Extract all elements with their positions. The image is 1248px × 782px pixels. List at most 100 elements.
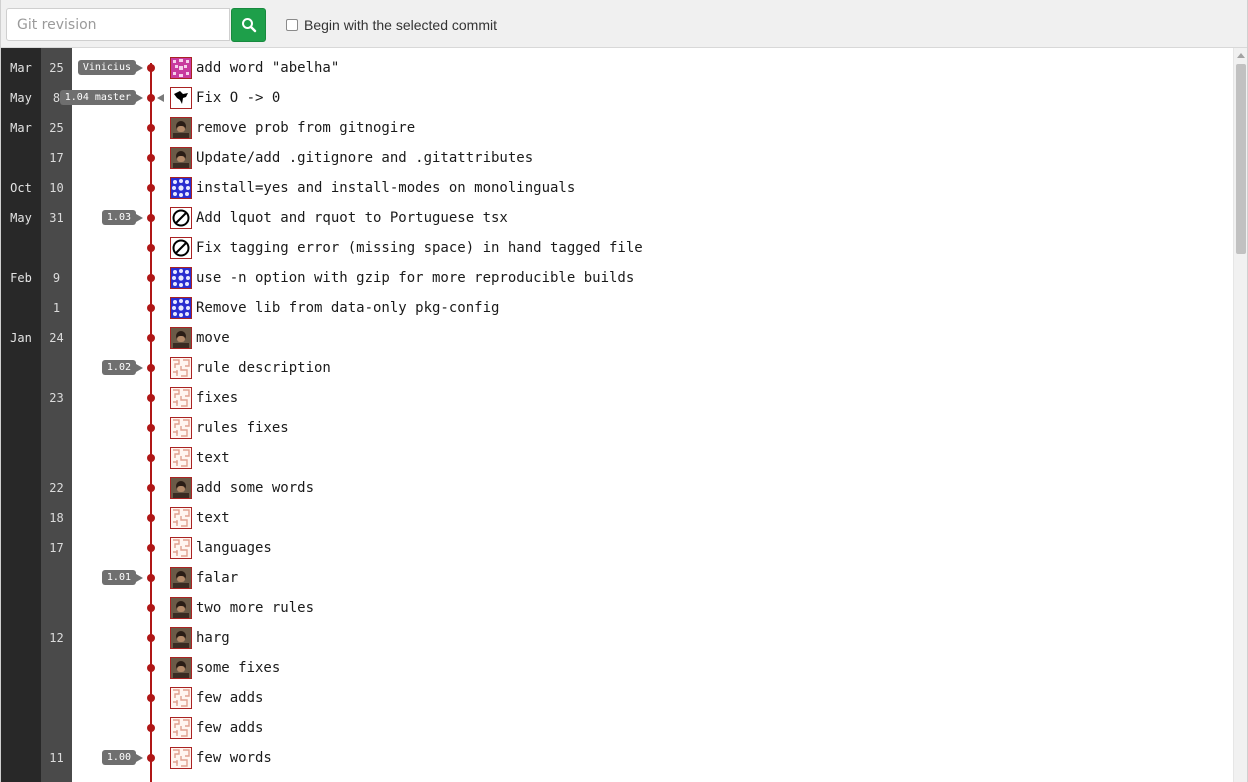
vertical-scrollbar[interactable] [1233, 48, 1247, 782]
commit-message[interactable]: rules fixes [196, 413, 289, 443]
commit-month [1, 473, 41, 503]
commit-month [1, 383, 41, 413]
commit-message[interactable]: few adds [196, 713, 263, 743]
commit-month [1, 443, 41, 473]
commit-row[interactable]: 12 harg [1, 623, 1233, 653]
commit-message[interactable]: falar [196, 563, 238, 593]
commit-row[interactable]: 1.01 falar [1, 563, 1233, 593]
author-avatar [170, 237, 192, 259]
ref-badge[interactable]: 1.04 master [59, 90, 136, 105]
commit-day: 12 [49, 631, 64, 645]
commit-message[interactable]: add some words [196, 473, 314, 503]
begin-with-selected-checkbox[interactable] [286, 19, 298, 31]
commit-row[interactable]: 18 text [1, 503, 1233, 533]
ref-badge[interactable]: 1.01 [101, 570, 136, 585]
ref-pointer-icon [136, 94, 143, 102]
commit-month [1, 533, 41, 563]
commit-day [41, 563, 72, 593]
commit-day: 23 [49, 391, 64, 405]
commit-month [1, 143, 41, 173]
author-avatar [170, 477, 192, 499]
commit-message[interactable]: few words [196, 743, 272, 773]
commit-row[interactable]: Feb 9 use -n option with gzip for more rep… [1, 263, 1233, 293]
commit-message[interactable]: few adds [196, 683, 263, 713]
commit-row[interactable]: some fixes [1, 653, 1233, 683]
commit-day: 9 [52, 271, 61, 285]
commit-row[interactable]: 17 Update/add .gitignore and .gitattribut… [1, 143, 1233, 173]
commit-node [147, 484, 155, 492]
git-revision-input[interactable] [6, 8, 230, 41]
commit-node [147, 94, 155, 102]
commit-day: 18 [49, 511, 64, 525]
commit-row[interactable]: rules fixes [1, 413, 1233, 443]
commit-node [147, 634, 155, 642]
commit-message[interactable]: fixes [196, 383, 238, 413]
author-avatar [170, 507, 192, 529]
commit-message[interactable]: Update/add .gitignore and .gitattributes [196, 143, 533, 173]
commit-month: Mar [10, 121, 32, 135]
commit-day: 24 [49, 331, 64, 345]
begin-with-selected-label: Begin with the selected commit [304, 17, 497, 33]
commit-node [147, 724, 155, 732]
commit-row[interactable]: Jan 24 move [1, 323, 1233, 353]
commit-message[interactable]: Fix tagging error (missing space) in han… [196, 233, 643, 263]
commit-month [1, 653, 41, 683]
author-avatar [170, 747, 192, 769]
commit-message[interactable]: harg [196, 623, 230, 653]
commit-message[interactable]: remove prob from gitnogire [196, 113, 415, 143]
commit-message[interactable]: rule description [196, 353, 331, 383]
commit-row[interactable]: Mar 25 remove prob from gitnogire [1, 113, 1233, 143]
commit-row[interactable]: few adds [1, 683, 1233, 713]
commit-row[interactable]: 1.02 rule description [1, 353, 1233, 383]
commit-row[interactable]: 11 1.00 few words [1, 743, 1233, 773]
commit-month [1, 503, 41, 533]
commit-node [147, 394, 155, 402]
ref-badge[interactable]: 1.02 [101, 360, 136, 375]
commit-row[interactable]: Oct 10 install=yes and install-modes on mo… [1, 173, 1233, 203]
commit-message[interactable]: Remove lib from data-only pkg-config [196, 293, 499, 323]
commit-day: 31 [49, 211, 64, 225]
commit-message[interactable]: use -n option with gzip for more reprodu… [196, 263, 634, 293]
commit-message[interactable]: text [196, 443, 230, 473]
commit-row[interactable]: May 31 1.03 Add lquot and rquot to Portugue… [1, 203, 1233, 233]
author-avatar [170, 207, 192, 229]
scroll-up-arrow-icon[interactable] [1237, 53, 1245, 58]
commit-row[interactable]: text [1, 443, 1233, 473]
commit-message[interactable]: languages [196, 533, 272, 563]
ref-badge[interactable]: Vinicius [77, 60, 136, 75]
commit-row[interactable]: few adds [1, 713, 1233, 743]
author-avatar [170, 177, 192, 199]
commit-row[interactable]: May 8 1.04 master Fix O -> 0 [1, 83, 1233, 113]
commit-row[interactable]: Fix tagging error (missing space) in han… [1, 233, 1233, 263]
commit-node [147, 514, 155, 522]
begin-with-selected-toggle[interactable]: Begin with the selected commit [286, 15, 497, 35]
search-button[interactable] [231, 8, 266, 42]
commit-message[interactable]: some fixes [196, 653, 280, 683]
commit-message[interactable]: Add lquot and rquot to Portuguese tsx [196, 203, 508, 233]
ref-badge[interactable]: 1.03 [101, 210, 136, 225]
commit-row[interactable]: two more rules [1, 593, 1233, 623]
commit-node [147, 244, 155, 252]
commit-message[interactable]: add word "abelha" [196, 53, 339, 83]
commit-day [41, 353, 72, 383]
ref-pointer-icon [136, 64, 143, 72]
commit-row[interactable]: 22 add some words [1, 473, 1233, 503]
commit-message[interactable]: Fix O -> 0 [196, 83, 280, 113]
commit-row[interactable]: 17 languages [1, 533, 1233, 563]
commit-row[interactable]: 23 fixes [1, 383, 1233, 413]
commit-message[interactable]: install=yes and install-modes on monolin… [196, 173, 575, 203]
commit-day: 25 [49, 121, 64, 135]
ref-badge[interactable]: 1.00 [101, 750, 136, 765]
commit-row[interactable]: 1 Remove lib from data-only pkg-config [1, 293, 1233, 323]
head-marker-icon [157, 94, 164, 102]
commit-day [41, 413, 72, 443]
scroll-thumb[interactable] [1236, 64, 1246, 254]
commit-row[interactable]: Mar 25 Vinicius add word "abelha" [1, 53, 1233, 83]
commit-month [1, 233, 41, 263]
commit-message[interactable]: move [196, 323, 230, 353]
commit-message[interactable]: text [196, 503, 230, 533]
ref-pointer-icon [136, 214, 143, 222]
commit-node [147, 64, 155, 72]
commit-node [147, 274, 155, 282]
commit-message[interactable]: two more rules [196, 593, 314, 623]
